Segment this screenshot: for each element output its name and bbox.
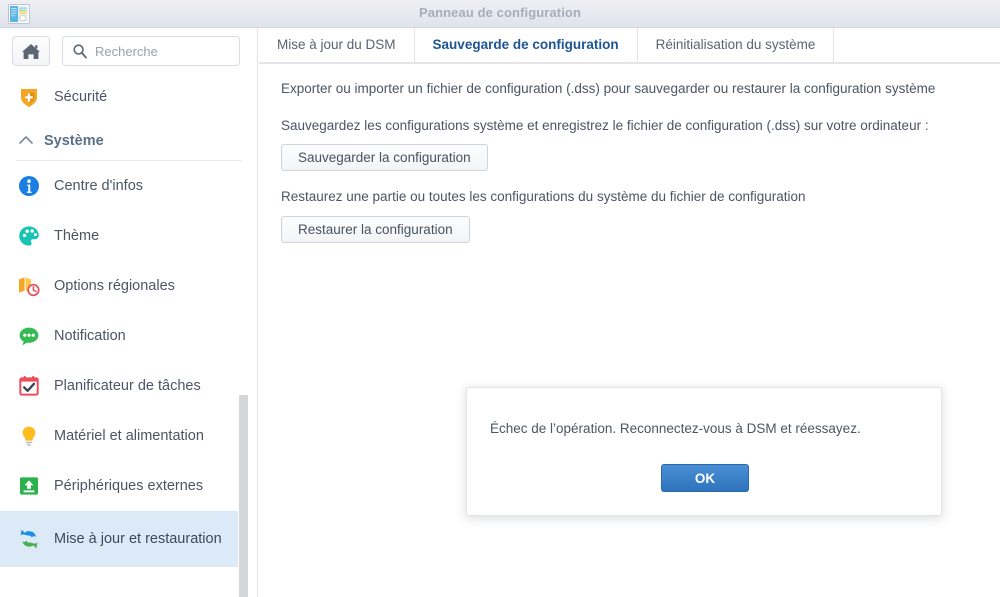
description-paragraph-1: Exporter ou importer un fichier de confi… <box>281 81 936 96</box>
sidebar-item-label: Notification <box>54 327 126 344</box>
sidebar-item-centre-dinfos[interactable]: Centre d'infos <box>0 161 257 211</box>
active-tab-caret-icon <box>619 56 633 64</box>
sidebar-item-theme[interactable]: Thème <box>0 211 257 261</box>
sidebar-item-peripheriques-externes[interactable]: Périphériques externes <box>0 461 257 511</box>
sidebar-item-securite[interactable]: Sécurité <box>0 72 257 122</box>
sidebar: Recherche Sécurité Système Centre d'info… <box>0 28 258 597</box>
description-paragraph-3: Restaurez une partie ou toutes les confi… <box>281 189 806 204</box>
regional-map-clock-icon <box>16 273 42 299</box>
tab-reinitialisation-du-systeme[interactable]: Réinitialisation du système <box>638 28 835 62</box>
tab-mise-a-jour-du-dsm[interactable]: Mise à jour du DSM <box>259 28 415 62</box>
sidebar-item-label: Matériel et alimentation <box>54 427 204 444</box>
speech-bubble-icon <box>16 323 42 349</box>
error-dialog: Échec de l’opération. Reconnectez-vous à… <box>466 387 942 516</box>
sidebar-scrollbar-thumb[interactable] <box>239 395 248 597</box>
palette-icon <box>16 223 42 249</box>
sidebar-group-systeme[interactable]: Système <box>0 122 257 160</box>
window-title: Panneau de configuration <box>418 5 582 20</box>
info-icon <box>16 173 42 199</box>
sidebar-search-row: Recherche <box>0 32 257 70</box>
control-panel-window: Panneau de configuration Recherche Sécur… <box>0 0 1000 597</box>
home-icon <box>22 44 40 59</box>
refresh-arrows-icon <box>16 526 42 552</box>
dialog-ok-button[interactable]: OK <box>661 464 749 492</box>
tab-sauvegarde-de-configuration[interactable]: Sauvegarde de configuration <box>415 28 638 62</box>
backup-configuration-button[interactable]: Sauvegarder la configuration <box>281 144 488 171</box>
lightbulb-icon <box>16 423 42 449</box>
sidebar-item-options-regionales[interactable]: Options régionales <box>0 261 257 311</box>
sidebar-nav-list: Sécurité Système Centre d'infos Thème Op… <box>0 72 257 597</box>
dialog-message: Échec de l’opération. Reconnectez-vous à… <box>490 421 861 436</box>
sidebar-item-label: Planificateur de tâches <box>54 377 201 394</box>
window-titlebar: Panneau de configuration <box>0 0 1000 28</box>
home-button[interactable] <box>12 36 50 66</box>
restore-configuration-button[interactable]: Restaurer la configuration <box>281 216 470 243</box>
sidebar-item-label: Thème <box>54 227 100 244</box>
chevron-up-icon <box>16 131 36 151</box>
sidebar-item-notification[interactable]: Notification <box>0 311 257 361</box>
sidebar-item-label: Mise à jour et restauration <box>54 531 222 547</box>
search-placeholder: Recherche <box>95 44 158 59</box>
sidebar-item-label: Options régionales <box>54 277 175 294</box>
sidebar-item-label: Périphériques externes <box>54 477 204 494</box>
sidebar-item-planificateur-de-taches[interactable]: Planificateur de tâches <box>0 361 257 411</box>
description-paragraph-2: Sauvegardez les configurations système e… <box>281 118 929 133</box>
sidebar-item-label: Sécurité <box>54 88 108 105</box>
calendar-check-icon <box>16 373 42 399</box>
sidebar-item-materiel-et-alimentation[interactable]: Matériel et alimentation <box>0 411 257 461</box>
search-icon <box>72 43 88 64</box>
sidebar-item-label: Centre d'infos <box>54 177 144 194</box>
search-input[interactable]: Recherche <box>62 36 240 66</box>
sidebar-group-label: Système <box>44 133 104 149</box>
shield-icon <box>16 84 42 110</box>
external-device-icon <box>16 473 42 499</box>
sidebar-item-mise-a-jour-et-restauration[interactable]: Mise à jour et restauration <box>0 511 238 567</box>
